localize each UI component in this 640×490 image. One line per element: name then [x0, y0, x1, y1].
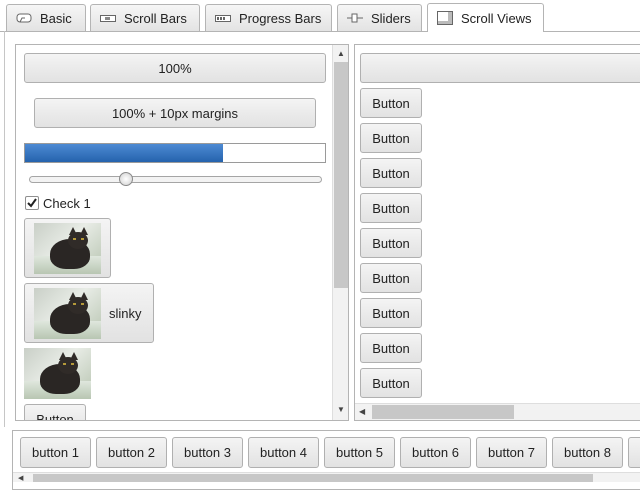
right-button[interactable]: Button — [360, 158, 422, 188]
bottom-button[interactable]: button 4 — [248, 437, 319, 468]
scroll-down-arrow-icon[interactable]: ▼ — [333, 405, 348, 414]
cat-image — [34, 288, 101, 339]
scrollview-icon — [437, 11, 453, 25]
wide-button[interactable] — [360, 53, 640, 83]
right-button[interactable]: Button — [360, 333, 422, 363]
slider-track — [29, 176, 322, 183]
tab-label: Sliders — [371, 10, 411, 26]
margins-button[interactable]: 100% + 10px margins — [34, 98, 316, 128]
tab-label: Scroll Bars — [124, 10, 187, 26]
slider-icon — [347, 12, 363, 24]
tab-basic[interactable]: Basic — [6, 4, 86, 31]
tab-scroll-views[interactable]: Scroll Views — [427, 3, 544, 32]
right-button[interactable]: Button — [360, 193, 422, 223]
scrollbar-thumb[interactable] — [334, 62, 348, 288]
bottom-scroll-view[interactable]: button 1 button 2 button 3 button 4 butt… — [12, 430, 640, 490]
tab-label: Scroll Views — [461, 10, 532, 26]
basic-icon — [16, 12, 32, 24]
scroll-up-arrow-icon[interactable]: ▲ — [333, 49, 348, 58]
check-icon — [27, 198, 37, 208]
bottom-button[interactable]: button 5 — [324, 437, 395, 468]
right-button[interactable]: Button — [360, 123, 422, 153]
right-button[interactable]: Button — [360, 298, 422, 328]
right-button[interactable]: Button — [360, 228, 422, 258]
vertical-scrollbar[interactable]: ▲ ▼ — [332, 45, 348, 420]
progress-fill — [25, 144, 223, 162]
right-button[interactable]: Button — [360, 263, 422, 293]
horizontal-scrollbar[interactable]: ◀ — [355, 403, 640, 420]
scrollbar-thumb[interactable] — [33, 474, 593, 482]
bottom-button-partial[interactable] — [628, 437, 640, 468]
full-width-button[interactable]: 100% — [24, 53, 326, 83]
right-button[interactable]: Button — [360, 368, 422, 398]
bottom-button[interactable]: button 8 — [552, 437, 623, 468]
image-button[interactable] — [24, 218, 111, 278]
image-text-button[interactable]: slinky — [24, 283, 154, 343]
left-scroll-view[interactable]: 100% 100% + 10px margins Check 1 slinky … — [15, 44, 349, 421]
bottom-button[interactable]: button 1 — [20, 437, 91, 468]
bottom-button[interactable]: button 7 — [476, 437, 547, 468]
partial-button[interactable]: Button — [24, 404, 86, 420]
scrollbar-icon — [100, 12, 116, 24]
progress-bar — [24, 143, 326, 163]
bottom-horizontal-scrollbar[interactable]: ◀ — [13, 472, 640, 482]
slider-thumb[interactable] — [118, 172, 133, 186]
bottom-button[interactable]: button 6 — [400, 437, 471, 468]
scroll-left-arrow-icon[interactable]: ◀ — [18, 474, 23, 482]
check-1-checkbox[interactable] — [25, 196, 39, 210]
bottom-button[interactable]: button 2 — [96, 437, 167, 468]
tab-label: Progress Bars — [239, 10, 322, 26]
scrollbar-thumb[interactable] — [372, 405, 514, 419]
image-button-label: slinky — [109, 306, 142, 321]
slider[interactable] — [29, 172, 322, 186]
right-scroll-view[interactable]: Button Button Button Button Button Butto… — [354, 44, 640, 421]
tab-progress-bars[interactable]: Progress Bars — [205, 4, 332, 31]
right-button[interactable]: Button — [360, 88, 422, 118]
tab-scroll-bars[interactable]: Scroll Bars — [90, 4, 200, 31]
cat-image — [34, 223, 101, 274]
tab-sliders[interactable]: Sliders — [337, 4, 422, 31]
cat-image — [24, 348, 91, 399]
scroll-left-arrow-icon[interactable]: ◀ — [359, 407, 365, 416]
progressbar-icon — [215, 12, 231, 24]
check-1-label: Check 1 — [43, 196, 91, 211]
tab-label: Basic — [40, 10, 72, 26]
bottom-button[interactable]: button 3 — [172, 437, 243, 468]
